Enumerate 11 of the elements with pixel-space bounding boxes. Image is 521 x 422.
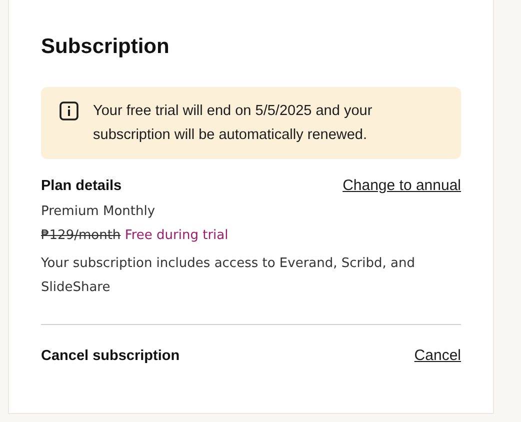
- info-icon: [59, 101, 79, 121]
- cancel-link[interactable]: Cancel: [414, 347, 461, 364]
- change-plan-link[interactable]: Change to annual: [342, 177, 461, 194]
- notice-text: Your free trial will end on 5/5/2025 and your subscription will be automatically renewed.: [93, 102, 374, 145]
- plan-name: Premium Monthly: [41, 203, 156, 221]
- original-price: ₱129/month: [41, 228, 121, 243]
- section-heading: Cancel subscription: [41, 348, 180, 364]
- section-heading: Plan details: [41, 178, 122, 194]
- trial-price: Free during trial: [124, 228, 228, 243]
- plan-description: Your subscription includes access to Everand, Scribd, and SlideShare: [41, 255, 416, 297]
- page-title: Subscription: [41, 34, 170, 60]
